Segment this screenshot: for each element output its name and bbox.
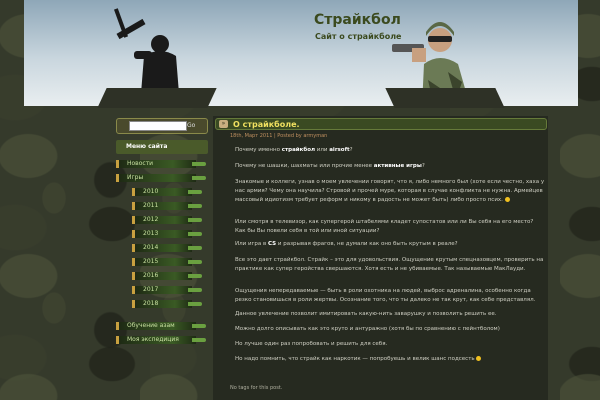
post-chevron-icon: »	[219, 120, 228, 128]
post-tags: No tags for this post.	[230, 385, 283, 391]
post-paragraph-6: Все это дает страйкбол. Страйк – это для…	[235, 257, 544, 272]
sidebar-year-2011[interactable]: 2011	[132, 202, 202, 210]
post-paragraph-3: Знакомые и коллеги, узнав о моем увлечен…	[235, 179, 545, 203]
sidebar-item-news[interactable]: Новости	[116, 160, 206, 168]
post-paragraph-5: Или игра в CS и разрывая фрагов, не дума…	[235, 241, 458, 247]
site-description: Сайт о страйкболе	[315, 32, 402, 41]
header-notch-right	[385, 88, 505, 108]
post-paragraph-9: Можно долго описывать как это круто и ан…	[235, 326, 500, 332]
search-input[interactable]	[129, 121, 187, 131]
search-form: Go	[116, 118, 208, 134]
post-title[interactable]: О страйкболе.	[233, 119, 300, 130]
sidebar-year-2010[interactable]: 2010	[132, 188, 202, 196]
post-meta: 18th, Март 2011 | Posted by armyman	[230, 133, 328, 139]
post-paragraph-10: Но лучше один раз попробовать и решить д…	[235, 341, 388, 347]
sidebar-item-games[interactable]: Игры	[116, 174, 206, 182]
search-go-button[interactable]: Go	[187, 122, 203, 130]
sidebar-year-2014[interactable]: 2014	[132, 244, 202, 252]
sidebar-year-2017[interactable]: 2017	[132, 286, 202, 294]
sidebar-item-training[interactable]: Обучение азам	[116, 322, 206, 330]
post-title-bar: » О страйкболе.	[215, 118, 547, 130]
sidebar-year-2015[interactable]: 2015	[132, 258, 202, 266]
smiley-icon	[476, 356, 482, 361]
post-paragraph-4: Или смотря в телевизор, как супергерой ш…	[235, 219, 534, 234]
sidebar: Go Меню сайта Новости Игры 2010 2011 201…	[116, 118, 208, 344]
header-notch-left	[97, 88, 217, 108]
sidebar-item-expedition[interactable]: Моя экспедиция	[116, 336, 206, 344]
sidebar-year-2013[interactable]: 2013	[132, 230, 202, 238]
smiley-icon	[504, 197, 510, 202]
site-title[interactable]: Страйкбол	[314, 12, 401, 28]
sidebar-year-2012[interactable]: 2012	[132, 216, 202, 224]
post-paragraph-7: Ощущения непередаваемые — быть в роли ох…	[235, 288, 536, 303]
sidebar-year-2018[interactable]: 2018	[132, 300, 202, 308]
post-paragraph-2: Почему не шашки, шахматы или прочие мене…	[235, 163, 425, 169]
menu-header: Меню сайта	[116, 140, 208, 154]
post-paragraph-11: Но надо помнить, что страйк как наркотик…	[235, 355, 545, 364]
post-paragraph-8: Данное увлечение позволит имитировать ка…	[235, 311, 497, 317]
sidebar-year-2016[interactable]: 2016	[132, 272, 202, 280]
post-paragraph-1: Почему именно страйкбол или airsoft?	[235, 147, 353, 153]
